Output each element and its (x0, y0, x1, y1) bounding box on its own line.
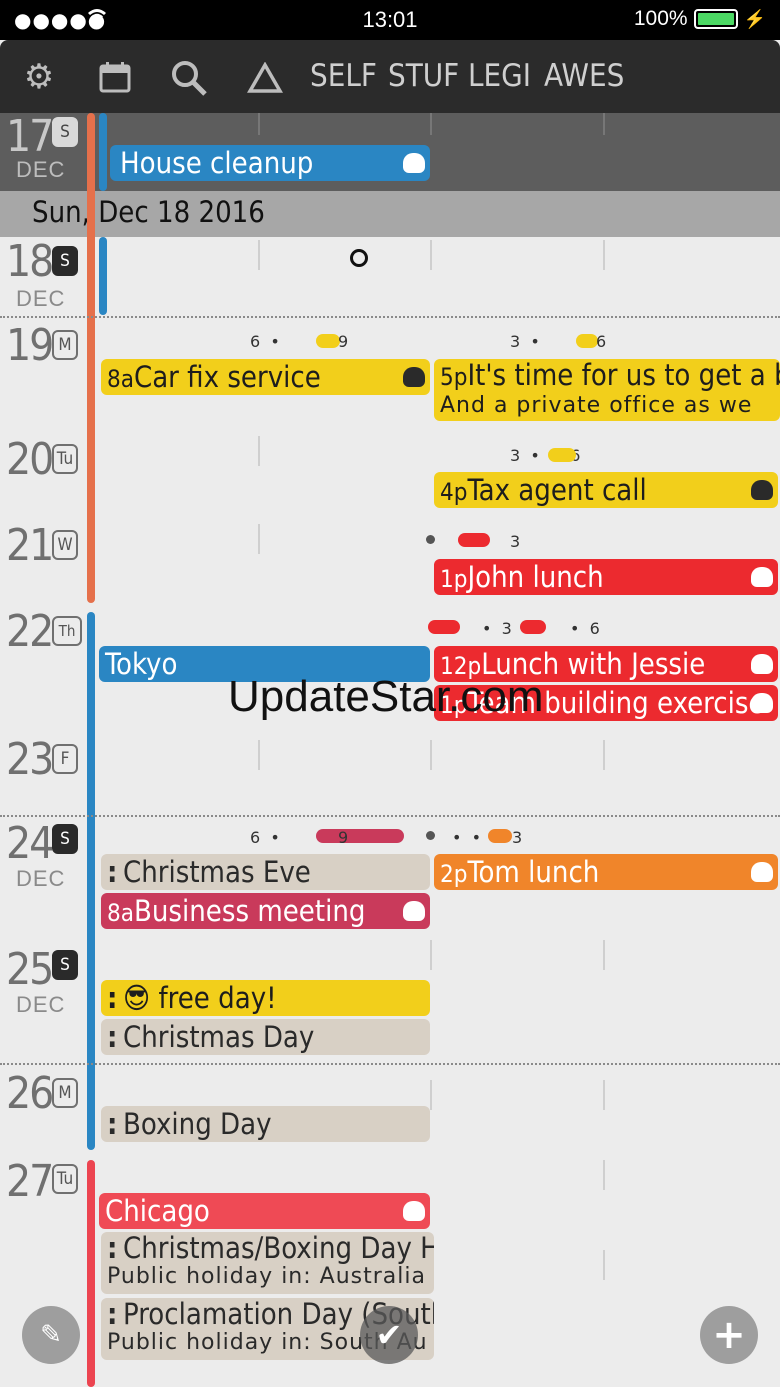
battery-percent: 100% (633, 7, 688, 30)
hour-marker: 9 (338, 828, 349, 847)
alarm-icon (403, 367, 425, 387)
hour-marker: 6 • (250, 828, 280, 847)
busy-pill (576, 334, 598, 348)
busy-pill (458, 533, 490, 547)
busy-pill (316, 829, 404, 843)
now-indicator-icon (350, 249, 368, 267)
event-christmas-eve[interactable]: : Christmas Eve (101, 854, 430, 890)
day-number: 17 (6, 111, 54, 162)
hour-marker: • 3 (482, 619, 512, 638)
weekday-badge: F (52, 744, 78, 774)
hour-marker: 3 • (510, 332, 550, 351)
day-number: 21 (6, 520, 54, 571)
add-event-button[interactable]: + (700, 1306, 758, 1364)
day-number: 22 (6, 606, 54, 657)
stripe-blue-tokyo (87, 612, 95, 1150)
filter-stuf[interactable]: STUF (388, 58, 459, 94)
pencil-icon: ✎ (40, 1320, 62, 1350)
battery-icon (693, 9, 738, 29)
weekday-badge: Th (52, 616, 82, 646)
alarm-icon (751, 480, 773, 500)
day-number: 23 (6, 734, 54, 785)
event-free-day[interactable]: : 😎 free day! (101, 980, 430, 1016)
day-number: 27 (6, 1156, 54, 1207)
filter-awes[interactable]: AWES (544, 58, 624, 94)
filter-legi[interactable]: LEGI (468, 58, 531, 94)
week-divider (0, 815, 780, 817)
alarm-icon (751, 862, 773, 882)
weekday-badge: M (52, 330, 78, 360)
status-bar: ●●●●● 13:01 100% ⚡ (0, 0, 780, 40)
charging-icon: ⚡ (743, 8, 766, 29)
week-divider (0, 1063, 780, 1065)
week-divider (0, 316, 780, 318)
hour-marker: 9 (338, 332, 349, 351)
day-number: 24 (6, 818, 54, 869)
busy-pill (428, 620, 460, 634)
event-john-lunch[interactable]: 1pJohn lunch (434, 559, 778, 595)
event-tom-lunch[interactable]: 2pTom lunch (434, 854, 778, 890)
toolbar: ⚙ SELF STUF LEGI AWES (0, 40, 780, 113)
alarm-icon (403, 153, 425, 173)
event-house-cleanup[interactable]: House cleanup (110, 145, 430, 181)
plus-icon: + (712, 1312, 746, 1358)
event-business-meeting[interactable]: 8aBusiness meeting (101, 893, 430, 929)
month-label: DEC (16, 157, 66, 182)
checkmark-icon: ✔ (375, 1316, 403, 1354)
weekday-badge: S (52, 117, 78, 147)
month-label: DEC (16, 866, 66, 891)
weekday-badge: M (52, 1078, 78, 1108)
event-christmas-day[interactable]: : Christmas Day (101, 1019, 430, 1055)
calendar-icon[interactable] (92, 54, 138, 100)
day-number: 19 (6, 320, 54, 371)
stripe-red-chicago (87, 1160, 95, 1387)
day-number: 20 (6, 434, 54, 485)
search-icon[interactable] (166, 54, 212, 100)
weekday-badge: Tu (52, 444, 78, 474)
alarm-icon (751, 654, 773, 674)
alarm-icon (403, 901, 425, 921)
alarm-icon (403, 1201, 425, 1221)
busy-pill (488, 829, 512, 843)
filter-self[interactable]: SELF (310, 58, 377, 94)
weekday-badge: Tu (52, 1164, 78, 1194)
triangle-icon[interactable] (242, 54, 288, 100)
hour-marker: 3 (510, 532, 521, 551)
event-chicago[interactable]: Chicago (99, 1193, 430, 1229)
battery-status: 100% ⚡ (634, 7, 766, 31)
event-office[interactable]: 5pIt's time for us to get a bu And a pri… (434, 359, 780, 421)
previous-day-row[interactable]: 17 S DEC House cleanup (0, 111, 780, 191)
weekday-badge: S (52, 824, 78, 854)
event-christmas-boxing-holiday[interactable]: : Christmas/Boxing Day H Public holiday i… (101, 1232, 434, 1294)
event-tax-agent-call[interactable]: 4pTax agent call (434, 472, 778, 508)
gear-icon[interactable]: ⚙ (16, 54, 62, 100)
day-number: 18 (6, 236, 54, 287)
done-button[interactable]: ✔ (360, 1306, 418, 1364)
hour-marker: 6 (596, 332, 607, 351)
weekday-badge: W (52, 530, 78, 560)
stripe-orange (87, 113, 95, 603)
busy-pill (520, 620, 546, 634)
hour-marker: 6 • (250, 332, 290, 351)
month-label: DEC (16, 992, 66, 1017)
hour-marker: • 6 (570, 619, 600, 638)
busy-pill (316, 334, 340, 348)
stripe-blue-top (99, 113, 107, 191)
alarm-icon (751, 693, 773, 713)
day-number: 25 (6, 944, 54, 995)
hour-marker: 3 (512, 828, 523, 847)
date-header: Sun, Dec 18 2016 (0, 191, 780, 237)
month-label: DEC (16, 286, 66, 311)
event-car-fix-service[interactable]: 8aCar fix service (101, 359, 430, 395)
day-number: 26 (6, 1068, 54, 1119)
busy-pill (548, 448, 576, 462)
watermark: UpdateStar.com (228, 672, 544, 721)
alarm-icon (751, 567, 773, 587)
edit-button[interactable]: ✎ (22, 1306, 80, 1364)
weekday-badge: S (52, 950, 78, 980)
stripe-blue-18 (99, 237, 107, 315)
event-boxing-day[interactable]: : Boxing Day (101, 1106, 430, 1142)
weekday-badge: S (52, 246, 78, 276)
hour-marker: • • (452, 828, 482, 847)
